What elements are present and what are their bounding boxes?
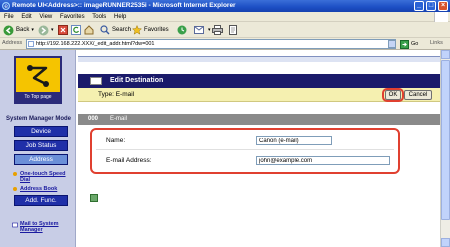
favorites-star-icon <box>132 25 142 35</box>
menu-help[interactable]: Help <box>114 12 126 22</box>
forward-dropdown-icon[interactable]: ▾ <box>51 27 54 33</box>
type-label: Type: E-mail <box>98 91 135 98</box>
job-status-button[interactable]: Job Status <box>14 140 68 151</box>
page-title: Edit Destination <box>110 77 164 84</box>
stop-icon <box>58 25 68 35</box>
one-touch-speed-dial-link[interactable]: One-touch Speed Dial <box>20 171 70 183</box>
add-func-button[interactable]: Add. Func. <box>14 195 68 206</box>
top-strip <box>78 56 440 62</box>
cancel-button[interactable]: Cancel <box>404 90 432 100</box>
email-field[interactable] <box>256 156 390 165</box>
menu-view[interactable]: View <box>39 12 52 22</box>
ok-button[interactable]: OK <box>385 90 401 100</box>
menu-tools[interactable]: Tools <box>92 12 106 22</box>
forward-arrow-icon <box>38 25 49 35</box>
scroll-down-button[interactable] <box>441 238 450 247</box>
print-button[interactable] <box>212 24 223 36</box>
back-arrow-icon <box>3 25 14 35</box>
top-page-label: To Top page <box>16 92 60 102</box>
address-button[interactable]: Address <box>14 154 68 165</box>
destination-form: Name: E-mail Address: <box>90 128 400 174</box>
windows-flag-icon <box>434 12 448 22</box>
bullet-icon <box>13 187 17 191</box>
sidebar: To Top page System Manager Mode Device J… <box>0 50 76 247</box>
name-label: Name: <box>106 137 126 144</box>
home-button[interactable] <box>84 24 94 36</box>
refresh-button[interactable] <box>71 24 81 36</box>
home-icon <box>84 25 94 35</box>
device-button[interactable]: Device <box>14 126 68 137</box>
top-page-link[interactable]: To Top page <box>14 56 62 104</box>
refresh-icon <box>71 25 81 35</box>
name-field[interactable] <box>256 136 332 145</box>
mail-dropdown-icon[interactable]: ▾ <box>208 27 211 33</box>
address-dropdown-icon[interactable] <box>388 40 396 48</box>
mail-to-system-manager-link[interactable]: Mail to System Manager <box>20 221 74 233</box>
search-button[interactable]: Search <box>100 24 131 36</box>
maximize-button[interactable]: □ <box>426 1 436 11</box>
menu-file[interactable]: File <box>4 12 14 22</box>
window-title: Remote UI<Address>:: imageRUNNER2535i - … <box>12 2 236 9</box>
edit-destination-header: Edit Destination <box>78 74 440 88</box>
address-book-link[interactable]: Address Book <box>20 186 57 192</box>
stop-button[interactable] <box>58 24 68 36</box>
scroll-thumb[interactable] <box>441 60 450 220</box>
entry-number: 000 <box>88 116 99 122</box>
history-icon <box>177 25 187 35</box>
back-to-top-icon[interactable] <box>90 194 98 202</box>
search-icon <box>100 25 110 35</box>
bullet-icon <box>13 172 17 176</box>
scroll-up-button[interactable] <box>441 50 450 59</box>
mode-title: System Manager Mode <box>6 116 72 122</box>
minimize-button[interactable]: _ <box>414 1 424 11</box>
forward-button[interactable]: ▾ <box>38 24 54 36</box>
edit-button[interactable] <box>228 24 238 36</box>
svg-text:e: e <box>4 3 8 10</box>
menu-favorites[interactable]: Favorites <box>60 12 85 22</box>
ie-logo-icon: e <box>2 2 10 10</box>
back-button[interactable]: Back ▾ <box>3 24 34 36</box>
mail-small-icon <box>12 222 18 228</box>
menu-bar: File Edit View Favorites Tools Help <box>0 12 450 22</box>
device-logo-icon <box>27 65 49 87</box>
history-button[interactable] <box>177 24 187 36</box>
entry-type: E-mail <box>110 116 128 122</box>
edit-page-icon <box>229 25 237 35</box>
favorites-button[interactable]: Favorites <box>132 24 169 36</box>
page-icon <box>28 41 34 47</box>
search-label: Search <box>112 27 132 33</box>
main-panel: Edit Destination Type: E-mail OK Cancel … <box>78 50 440 247</box>
name-row: Name: <box>96 132 394 150</box>
go-button[interactable]: Go <box>400 39 424 49</box>
mail-icon <box>194 26 204 34</box>
address-input[interactable]: http://192.168.222.XXX/_edit_addr.html?d… <box>26 39 396 49</box>
back-dropdown-icon[interactable]: ▾ <box>31 27 34 33</box>
close-button[interactable]: × <box>438 1 448 11</box>
vertical-scrollbar[interactable] <box>440 50 450 247</box>
email-row: E-mail Address: <box>96 152 394 170</box>
menu-edit[interactable]: Edit <box>21 12 31 22</box>
mail-button[interactable]: ▾ <box>194 24 211 36</box>
window-title-bar: e Remote UI<Address>:: imageRUNNER2535i … <box>0 0 450 12</box>
address-label: Address <box>2 40 23 46</box>
type-row: Type: E-mail OK Cancel <box>78 88 440 102</box>
browser-toolbar: Back ▾ ▾ Search Favorites ▾ <box>0 22 450 38</box>
email-label: E-mail Address: <box>106 157 152 164</box>
destination-card-icon <box>90 77 102 85</box>
favorites-label: Favorites <box>144 27 169 33</box>
back-label: Back <box>16 27 30 33</box>
go-arrow-icon <box>400 39 409 49</box>
address-bar: Address http://192.168.222.XXX/_edit_add… <box>0 38 450 50</box>
page-content: To Top page System Manager Mode Device J… <box>0 50 440 247</box>
print-icon <box>212 25 223 35</box>
links-label[interactable]: Links <box>430 40 443 46</box>
entry-row: 000 E-mail <box>78 114 440 125</box>
go-label: Go <box>411 41 419 47</box>
